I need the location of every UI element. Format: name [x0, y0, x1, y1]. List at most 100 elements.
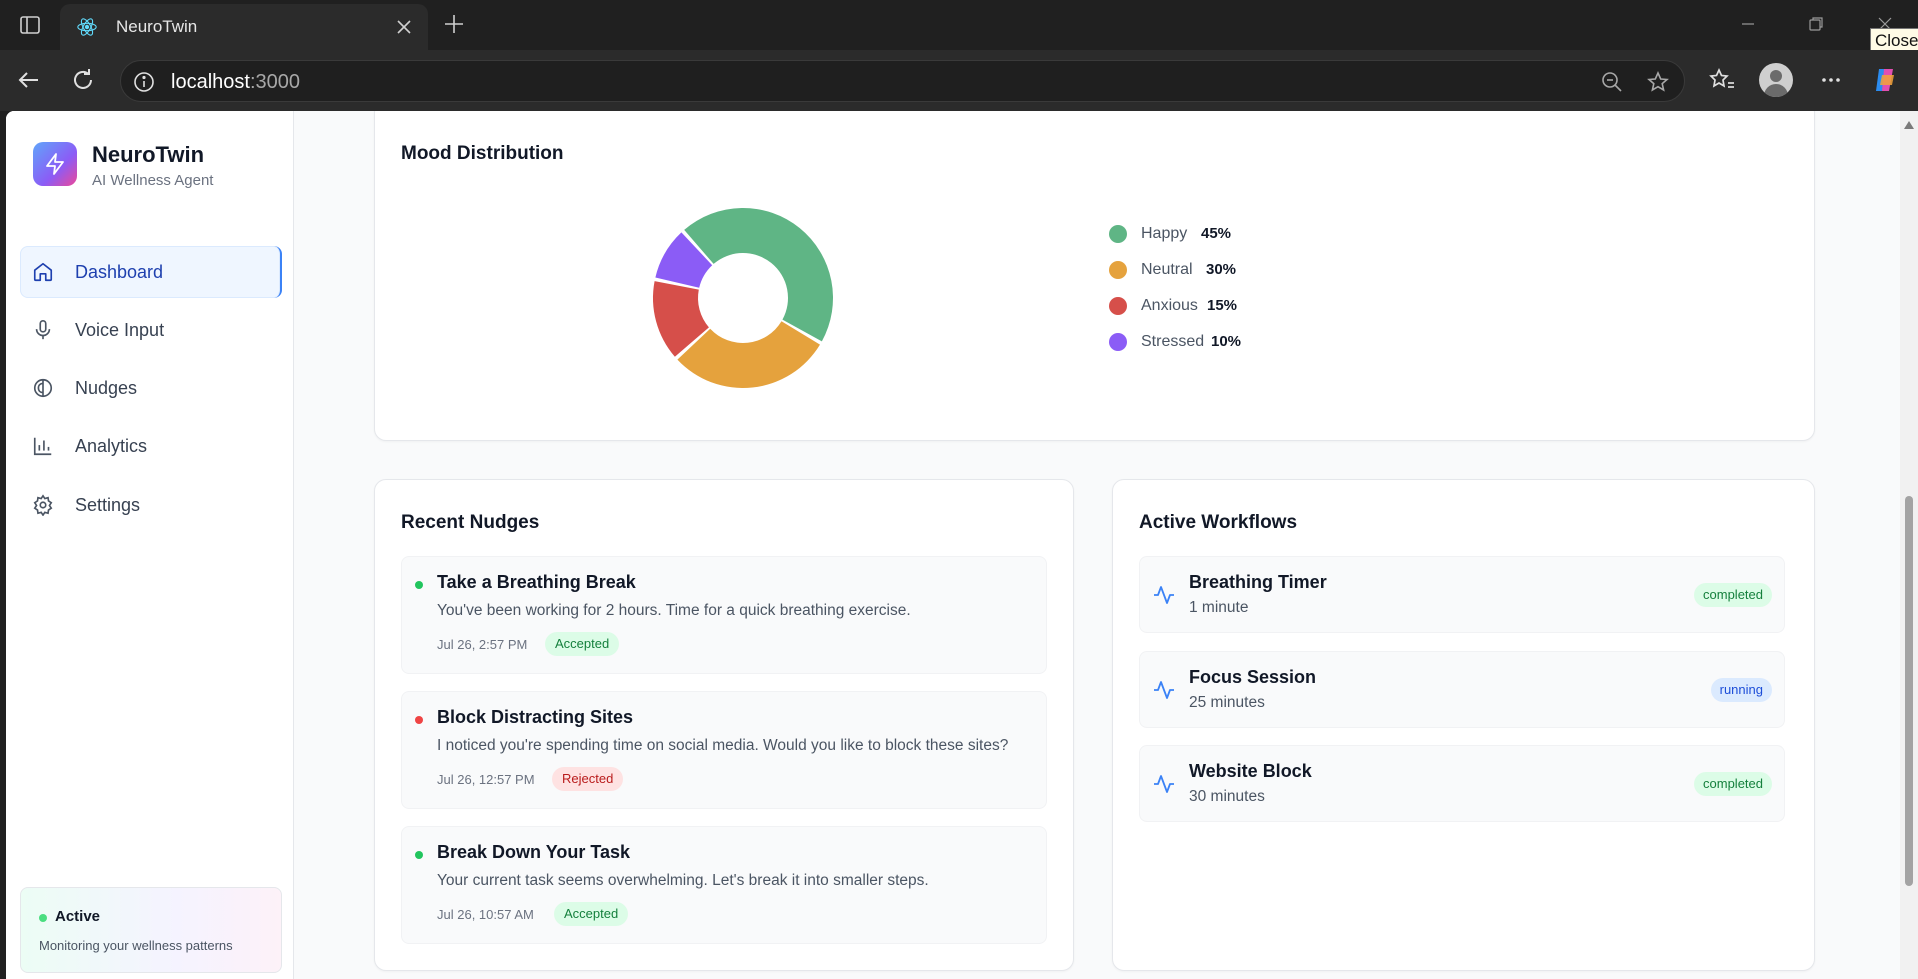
workflow-status-badge: completed [1694, 772, 1772, 796]
sidebar-item-voice-input[interactable]: Voice Input [20, 304, 282, 356]
nudge-item[interactable]: Take a Breathing Break You've been worki… [401, 556, 1047, 674]
workflow-status-badge: completed [1694, 583, 1772, 607]
legend-value: 10% [1211, 333, 1242, 350]
avatar-body [1764, 84, 1788, 97]
tab-close-icon[interactable] [394, 17, 414, 37]
page-viewport: NeuroTwin AI Wellness Agent Dashboard Vo… [6, 111, 1918, 979]
workflow-item[interactable]: Focus Session 25 minutes running [1139, 651, 1785, 728]
sidebar-item-label: Dashboard [75, 262, 164, 282]
sidebar-item-analytics[interactable]: Analytics [20, 420, 282, 472]
legend-label: Anxious [1141, 297, 1198, 314]
workflow-status-badge: running [1710, 678, 1772, 702]
nudge-title: Break Down Your Task [437, 842, 631, 862]
workflow-duration: 25 minutes [1189, 694, 1265, 711]
nudge-title: Block Distracting Sites [437, 707, 634, 727]
sidebar-item-nudges[interactable]: Nudges [20, 362, 282, 414]
mood-distribution-card: Mood Distribution Happy 45% Neutral 30% … [374, 111, 1815, 441]
legend-value: 30% [1206, 261, 1237, 278]
nudge-status-badge: Rejected [552, 767, 624, 791]
address-bar-row: localhost:3000 [0, 50, 1918, 111]
mood-card-title: Mood Distribution [401, 143, 564, 164]
sidebar-item-settings[interactable]: Settings [20, 479, 282, 531]
avatar-head [1770, 70, 1782, 82]
activity-pulse-icon [1154, 775, 1174, 793]
nudge-title: Take a Breathing Break [437, 572, 636, 592]
microphone-icon [35, 320, 51, 340]
workflow-duration: 1 minute [1189, 599, 1249, 616]
gear-icon [33, 494, 53, 516]
legend-value: 45% [1201, 225, 1232, 242]
legend-swatch-stressed [1109, 333, 1127, 351]
workflow-item[interactable]: Website Block 30 minutes completed [1139, 745, 1785, 822]
legend-value: 15% [1207, 297, 1238, 314]
status-description: Monitoring your wellness patterns [39, 938, 233, 953]
nudge-timestamp: Jul 26, 10:57 AM [437, 907, 534, 922]
nudge-message: Your current task seems overwhelming. Le… [437, 872, 929, 889]
site-info-icon[interactable] [133, 71, 155, 93]
new-tab-icon[interactable] [442, 12, 466, 36]
legend-swatch-anxious [1109, 297, 1127, 315]
minimize-icon[interactable] [1736, 12, 1760, 36]
legend-swatch-neutral [1109, 261, 1127, 279]
workflow-name: Website Block [1189, 761, 1312, 781]
page-scrollbar[interactable] [1900, 111, 1918, 979]
more-options-icon[interactable] [1816, 65, 1846, 95]
refresh-icon[interactable] [68, 65, 98, 95]
tab-actions-icon[interactable] [18, 13, 42, 37]
nudge-item[interactable]: Block Distracting Sites I noticed you're… [401, 691, 1047, 809]
url-text[interactable]: localhost:3000 [171, 71, 300, 94]
active-workflows-card: Active Workflows Breathing Timer 1 minut… [1112, 479, 1815, 971]
react-icon [77, 18, 97, 36]
url-bar[interactable]: localhost:3000 [120, 60, 1685, 102]
legend-label: Stressed [1141, 333, 1205, 350]
restore-icon[interactable] [1804, 12, 1828, 36]
nudge-status-dot [415, 851, 423, 859]
zoom-out-icon[interactable] [1600, 70, 1624, 94]
bar-chart-icon [33, 437, 52, 456]
brain-icon [33, 378, 53, 398]
nudges-card-title: Recent Nudges [401, 512, 540, 533]
activity-pulse-icon [1154, 586, 1174, 604]
legend-label: Neutral [1141, 261, 1193, 278]
nudge-status-dot [415, 716, 423, 724]
url-port: :3000 [249, 71, 300, 93]
workflow-duration: 30 minutes [1189, 788, 1265, 805]
app-name: NeuroTwin [92, 142, 205, 167]
workflow-name: Breathing Timer [1189, 572, 1327, 592]
workflow-item[interactable]: Breathing Timer 1 minute completed [1139, 556, 1785, 633]
lightning-icon [46, 153, 64, 175]
copilot-icon[interactable] [1870, 65, 1900, 95]
app-tagline: AI Wellness Agent [92, 172, 214, 189]
sidebar-item-dashboard[interactable]: Dashboard [20, 246, 282, 298]
back-arrow-icon[interactable] [14, 65, 44, 95]
favorites-icon[interactable] [1707, 65, 1737, 95]
nudge-timestamp: Jul 26, 2:57 PM [437, 637, 528, 652]
legend-swatch-happy [1109, 225, 1127, 243]
sidebar: NeuroTwin AI Wellness Agent Dashboard Vo… [6, 111, 294, 979]
recent-nudges-card: Recent Nudges Take a Breathing Break You… [374, 479, 1074, 971]
workflow-name: Focus Session [1189, 667, 1317, 687]
nudge-item[interactable]: Break Down Your Task Your current task s… [401, 826, 1047, 944]
url-host: localhost [171, 71, 250, 93]
app-logo [33, 142, 77, 186]
mood-donut-chart [653, 207, 833, 388]
scrollbar-thumb[interactable] [1905, 496, 1913, 886]
nudge-timestamp: Jul 26, 12:57 PM [437, 772, 535, 787]
nudge-message: I noticed you're spending time on social… [437, 737, 1009, 754]
browser-tab[interactable]: NeuroTwin [60, 4, 428, 50]
browser-tab-bar: NeuroTwin [0, 0, 1918, 50]
sidebar-item-label: Voice Input [75, 320, 165, 340]
sidebar-item-label: Nudges [75, 378, 138, 398]
scroll-up-arrow-icon[interactable] [1904, 121, 1914, 129]
donut-slice-happy [684, 207, 833, 342]
sidebar-item-label: Analytics [75, 436, 148, 456]
home-icon [33, 262, 53, 282]
tab-title: NeuroTwin [116, 17, 198, 36]
status-title: Active [55, 908, 101, 925]
profile-avatar[interactable] [1759, 63, 1793, 97]
workflows-card-title: Active Workflows [1139, 512, 1298, 533]
agent-status-card: Active Monitoring your wellness patterns [20, 887, 282, 973]
favorite-star-icon[interactable] [1646, 70, 1670, 94]
nudge-status-badge: Accepted [554, 902, 629, 926]
nudge-status-badge: Accepted [545, 632, 620, 656]
